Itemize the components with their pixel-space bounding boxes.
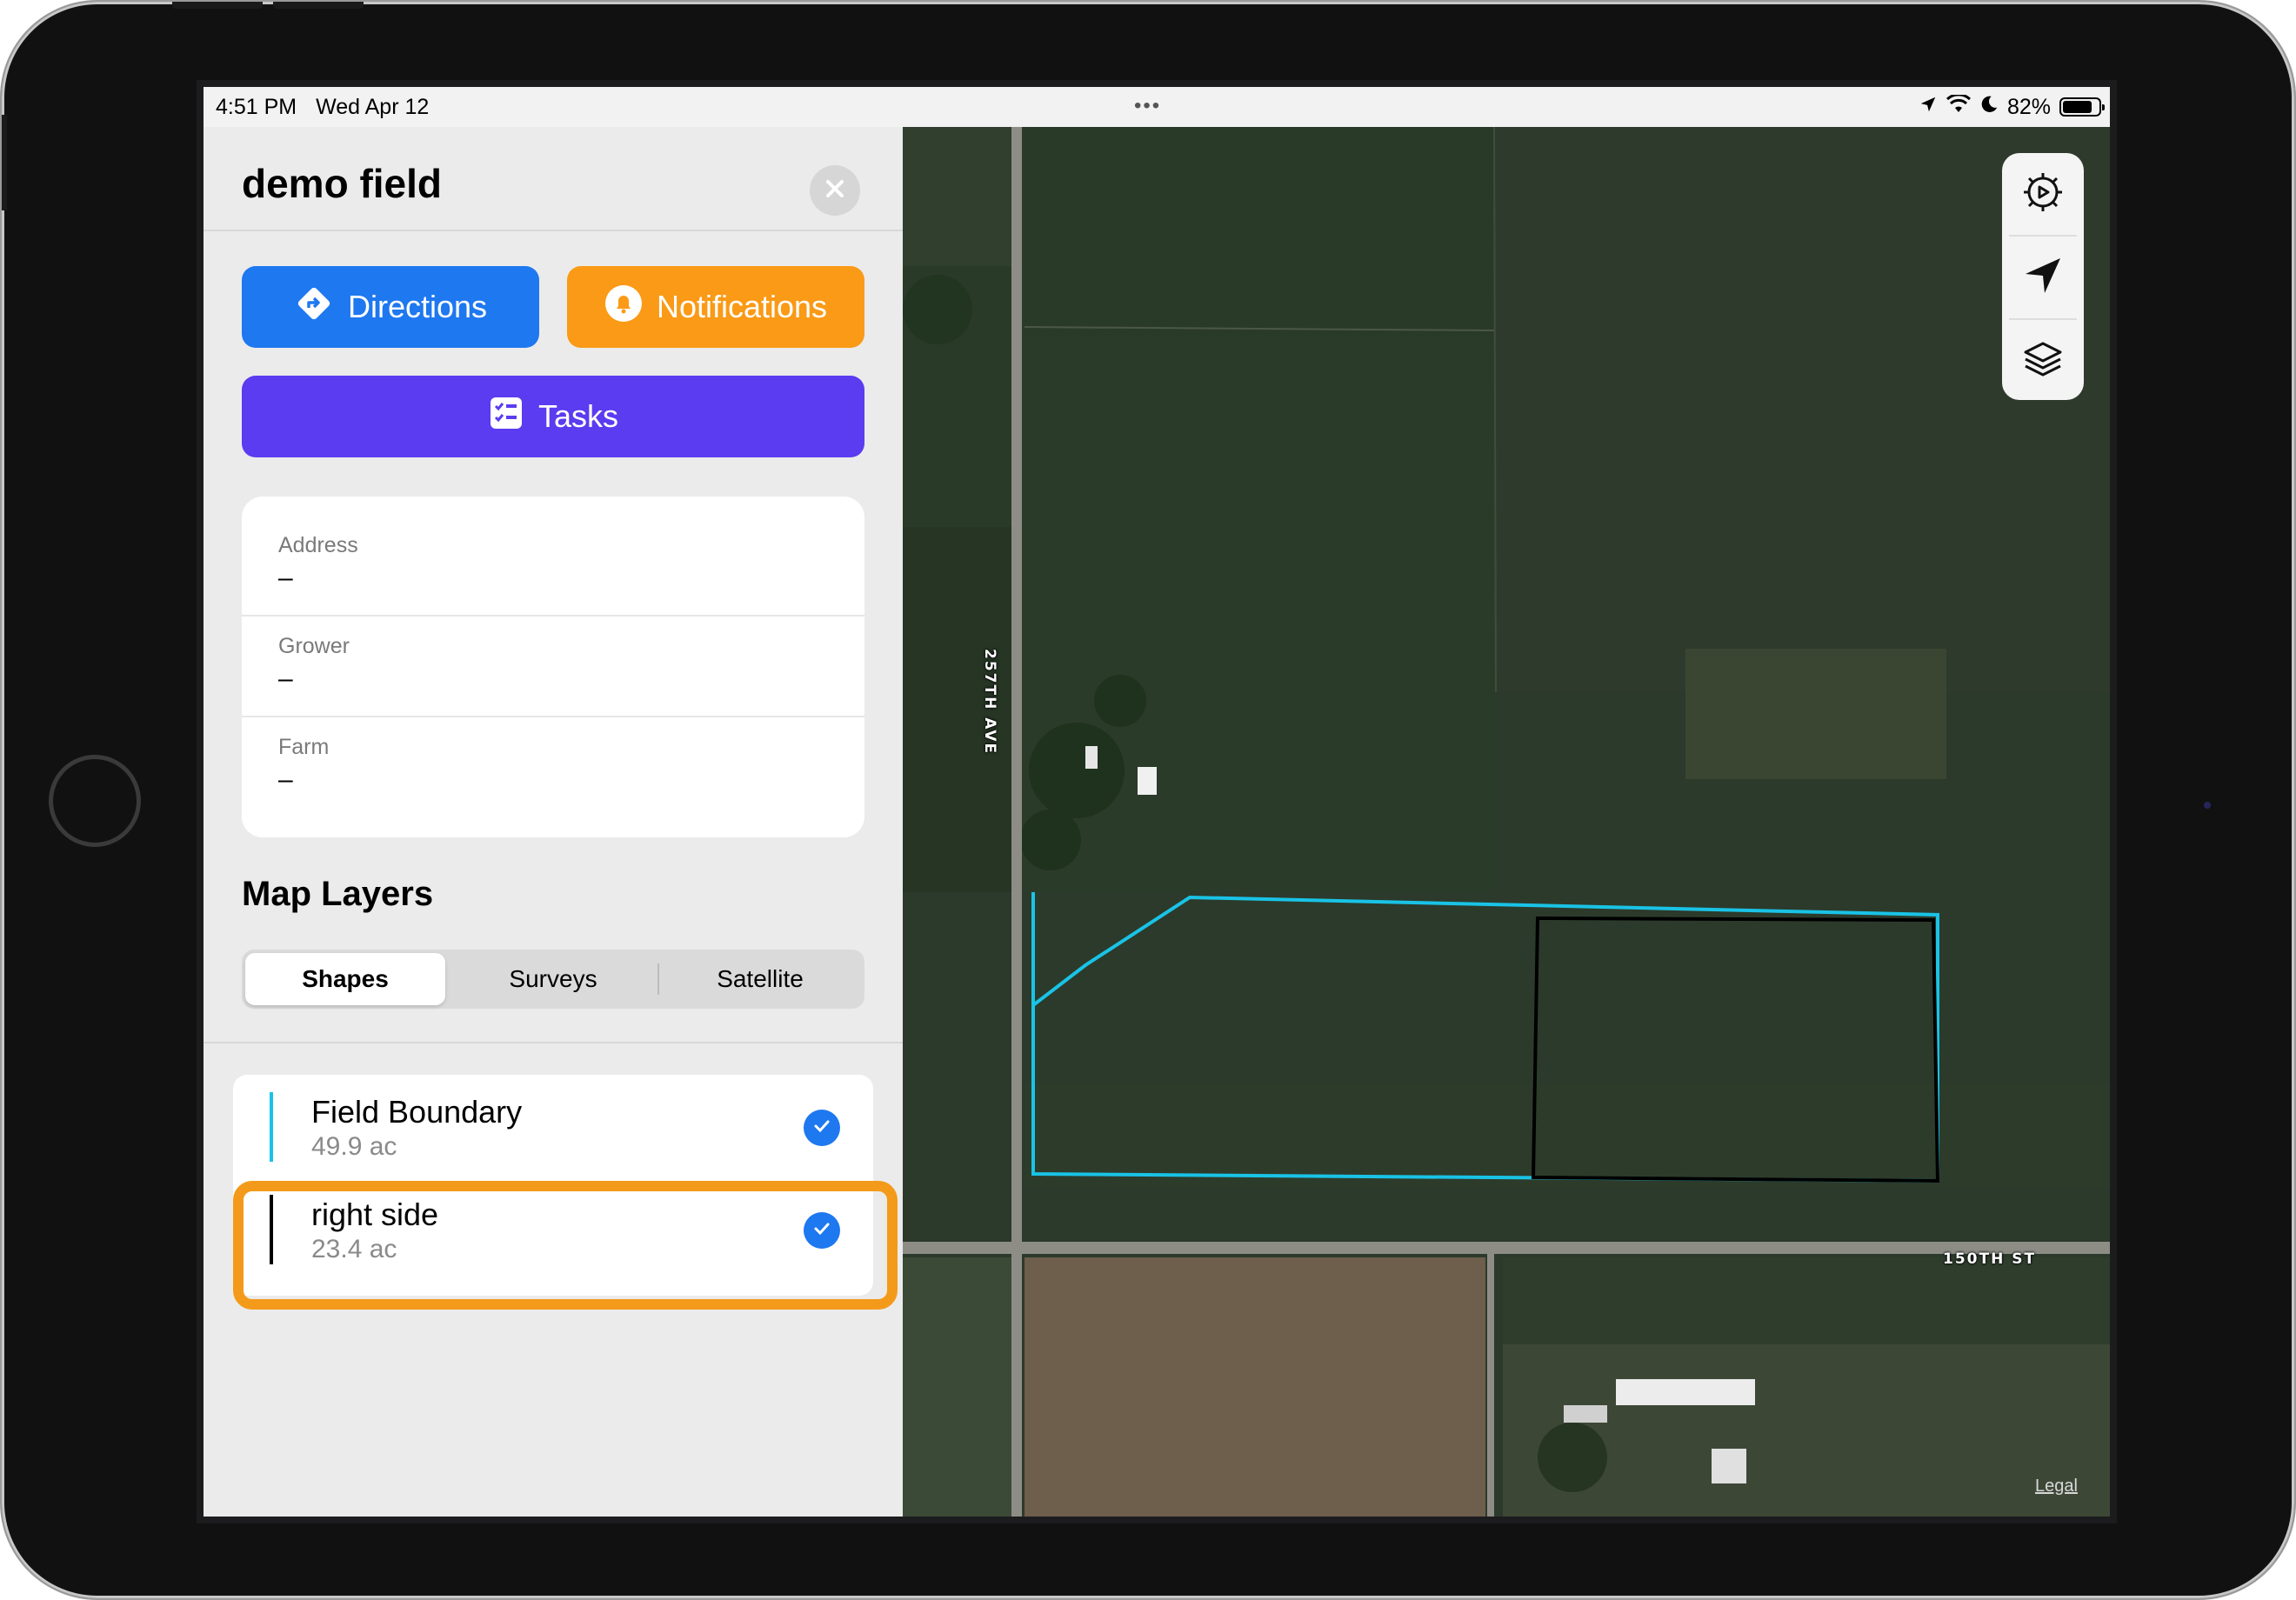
road-label-vertical: 257TH AVE (981, 649, 998, 756)
my-location-button[interactable] (2002, 237, 2084, 318)
bell-icon (604, 284, 643, 330)
tasks-button[interactable]: Tasks (242, 376, 864, 457)
wifi-icon (1946, 92, 1971, 120)
info-divider (242, 615, 864, 617)
side-button (2, 115, 7, 210)
layer-field-boundary[interactable]: Field Boundary 49.9 ac (233, 1075, 873, 1177)
map-imagery (903, 127, 2110, 1517)
location-arrow-icon (2020, 253, 2066, 303)
camera-dot (2204, 802, 2211, 809)
field-detail-panel: demo field Directions Notifications Task… (204, 127, 903, 1517)
map-layers-segmented-control: Shapes Surveys Satellite (242, 950, 864, 1009)
info-grower: Grower – (278, 634, 350, 694)
road-label-horizontal: 150TH ST (1943, 1250, 2037, 1268)
satellite-map[interactable]: 257TH AVE 150TH ST Legal (903, 127, 2110, 1517)
panel-title: demo field (242, 161, 443, 206)
notifications-button[interactable]: Notifications (567, 266, 864, 348)
info-value: – (278, 765, 293, 794)
tab-shapes[interactable]: Shapes (245, 953, 445, 1005)
status-icons: 82% (1919, 87, 2105, 127)
directions-label: Directions (347, 289, 488, 324)
field-info-card: Address – Grower – Farm – (242, 497, 864, 837)
multitasking-dots[interactable]: ••• (1134, 94, 1161, 118)
map-layers-title: Map Layers (242, 875, 434, 913)
home-button[interactable] (49, 755, 141, 847)
info-address: Address – (278, 533, 358, 593)
layer-color-bar (270, 1092, 273, 1162)
directions-button[interactable]: Directions (242, 266, 539, 348)
location-services-icon (1919, 95, 1938, 120)
info-label: Address (278, 533, 358, 557)
close-button[interactable] (810, 165, 860, 216)
tab-satellite[interactable]: Satellite (659, 953, 861, 1005)
checkmark-icon (811, 1116, 832, 1141)
map-layers-button[interactable] (2002, 320, 2084, 402)
status-time: 4:51 PM (216, 94, 297, 119)
tab-surveys[interactable]: Surveys (451, 953, 656, 1005)
info-label: Farm (278, 735, 330, 759)
status-date: Wed Apr 12 (316, 94, 430, 119)
power-button (273, 2, 364, 9)
layer-name: Field Boundary (311, 1094, 523, 1130)
map-controls (2002, 153, 2084, 400)
map-settings-button[interactable] (2002, 153, 2084, 235)
do-not-disturb-icon (1979, 95, 1999, 120)
ipad-frame: 4:51 PM Wed Apr 12 ••• 82% demo field Di… (2, 2, 2294, 1598)
section-divider (204, 1042, 903, 1043)
layers-icon (2020, 337, 2066, 386)
info-divider (242, 716, 864, 717)
close-icon (824, 177, 846, 204)
settings-icon (2019, 168, 2067, 221)
volume-button (172, 2, 263, 9)
info-label: Grower (278, 634, 350, 658)
battery-icon (2059, 97, 2105, 117)
battery-percent: 82% (2006, 94, 2051, 119)
screen: 4:51 PM Wed Apr 12 ••• 82% demo field Di… (197, 80, 2117, 1523)
header-divider (204, 230, 903, 231)
checklist-icon (488, 395, 524, 439)
layer-area: 49.9 ac (311, 1132, 397, 1161)
info-value: – (278, 563, 293, 592)
notifications-label: Notifications (656, 289, 828, 324)
legal-link[interactable]: Legal (2035, 1477, 2078, 1497)
selection-highlight (233, 1181, 898, 1310)
directions-icon (294, 283, 334, 331)
tasks-label: Tasks (537, 398, 619, 434)
info-value: – (278, 664, 293, 693)
status-bar: 4:51 PM Wed Apr 12 ••• 82% (204, 87, 2110, 127)
layer-checkbox[interactable] (804, 1110, 840, 1146)
info-farm: Farm – (278, 735, 329, 795)
